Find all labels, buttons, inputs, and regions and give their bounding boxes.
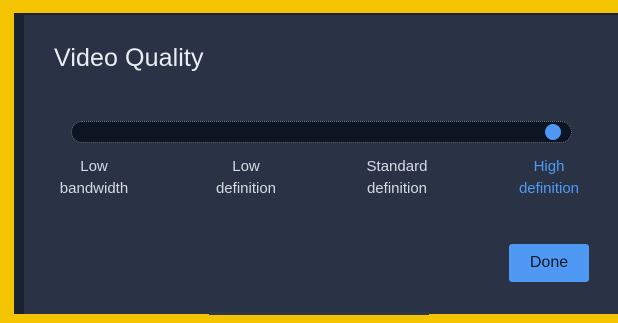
quality-labels: Low bandwidth Low definition Standard de…: [24, 156, 618, 206]
quality-option-line1: Standard: [366, 158, 428, 175]
quality-slider-track[interactable]: [71, 121, 572, 143]
quality-option-low-bandwidth[interactable]: Low bandwidth: [34, 156, 154, 200]
quality-option-line2: definition: [518, 180, 580, 197]
quality-slider-thumb[interactable]: [545, 124, 561, 140]
video-quality-dialog: Video Quality Low bandwidth Low definiti…: [24, 15, 618, 315]
quality-option-high-definition[interactable]: High definition: [489, 156, 609, 200]
quality-option-line2: definition: [215, 180, 277, 197]
quality-option-line1: High: [533, 158, 565, 175]
done-button[interactable]: Done: [509, 244, 589, 282]
quality-option-line2: definition: [366, 180, 428, 197]
quality-option-line1: Low: [80, 158, 108, 175]
quality-option-line2: bandwidth: [59, 180, 129, 197]
quality-option-standard-definition[interactable]: Standard definition: [337, 156, 457, 200]
quality-option-low-definition[interactable]: Low definition: [186, 156, 306, 200]
dialog-bottom-edge: [209, 312, 429, 315]
dialog-title: Video Quality: [54, 44, 204, 72]
quality-option-line1: Low: [232, 158, 260, 175]
